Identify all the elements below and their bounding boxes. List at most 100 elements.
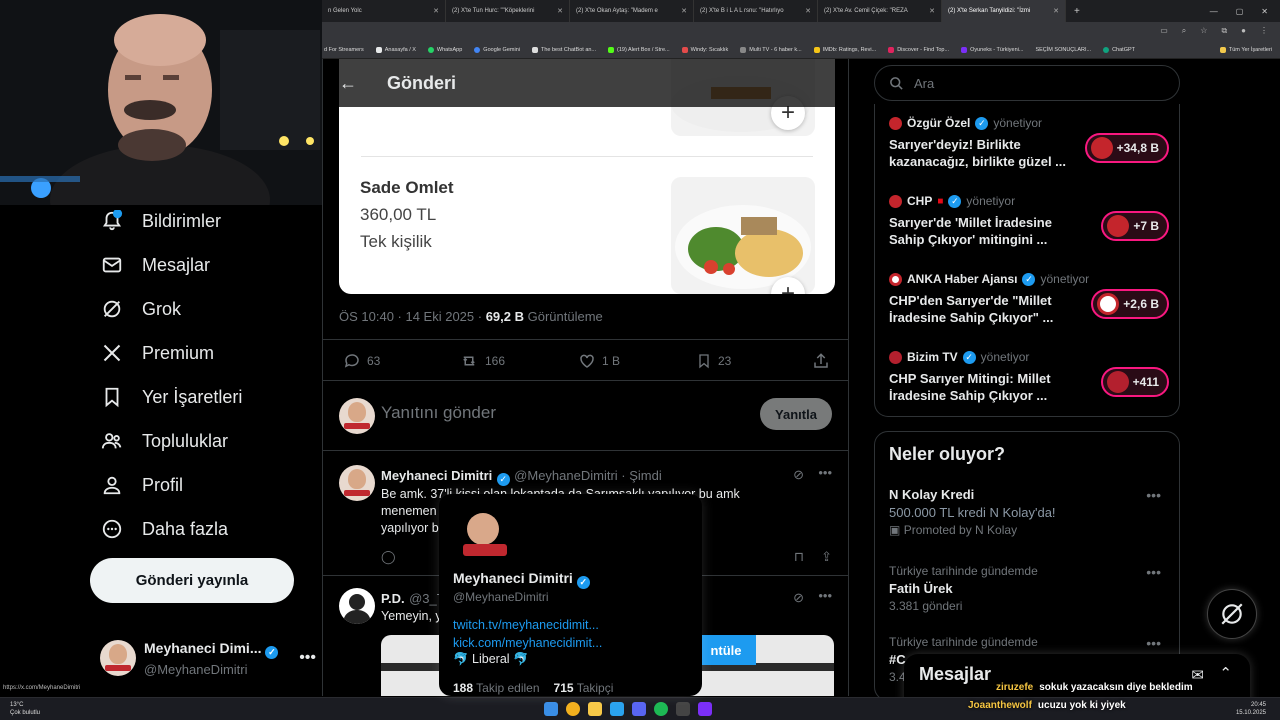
more-icon[interactable]: ••• (818, 465, 832, 480)
nav-more[interactable]: Daha fazla (100, 517, 228, 541)
zoom-icon[interactable]: ⌕ (1182, 26, 1186, 36)
hovercard-handle[interactable]: @MeyhaneDimitri (453, 590, 549, 604)
bookmark[interactable]: Windy: Sıcaklık (681, 46, 728, 53)
browser-tab[interactable]: (2) X'te Okan Aytaş: "Madem e ✕ (570, 0, 694, 22)
more-icon[interactable]: ••• (818, 588, 832, 603)
bookmark[interactable]: Multi TV - 6 haber k... (740, 46, 802, 53)
star-icon[interactable]: ☆ (1200, 26, 1207, 36)
hovercard-twitch-link[interactable]: twitch.tv/meyhanecidimit... (453, 618, 599, 632)
cast-icon[interactable]: ▭ (1160, 26, 1168, 36)
close-icon[interactable]: ✕ (805, 7, 811, 15)
bookmark[interactable]: Google Gemini (474, 46, 520, 53)
live-item[interactable]: Bizim TV ✓ yönetiyor CHP Sarıyer Mitingi: … (889, 350, 1169, 404)
live-listeners[interactable]: +411 (1100, 367, 1169, 397)
bookmark[interactable]: Oyuneks - Türkiyeni... (961, 46, 1023, 53)
nav-bookmarks[interactable]: Yer İşaretleri (100, 385, 242, 409)
menu-icon[interactable]: ⋮ (1260, 26, 1268, 36)
bookmark[interactable]: Anasayfa / X (375, 46, 416, 53)
close-icon[interactable]: ✕ (681, 7, 687, 15)
live-listeners[interactable]: +2,6 B (1091, 289, 1169, 319)
more-icon[interactable]: ••• (1146, 487, 1161, 503)
nav-notifications[interactable]: Bildirimler (100, 209, 221, 233)
grok-icon[interactable]: ⊘ (793, 467, 804, 483)
followers-stat[interactable]: 715 Takipçi (554, 681, 614, 695)
grok-icon[interactable]: ⊘ (793, 590, 804, 606)
share-icon[interactable]: ⇪ (821, 549, 832, 565)
chrome-icon[interactable] (566, 702, 580, 716)
author-handle[interactable]: @MeyhaneDimitri · Şimdi (514, 468, 662, 483)
search-input[interactable]: Ara (874, 65, 1180, 101)
close-icon[interactable]: ✕ (1053, 7, 1059, 15)
like-action[interactable]: 1 B (578, 352, 620, 370)
close-icon[interactable]: ✕ (557, 7, 563, 15)
live-listeners[interactable]: +7 B (1101, 211, 1169, 241)
extensions-icon[interactable]: ⧉ (1221, 26, 1227, 36)
bookmark[interactable]: ChatGPT (1103, 46, 1135, 53)
expand-icon[interactable]: ⌃ (1219, 664, 1232, 682)
browser-tab-active[interactable]: (2) X'te Serkan Tanyildizi: "İzmi ✕ (942, 0, 1066, 22)
bookmark[interactable]: (19) Alert Box / Stre... (608, 46, 670, 53)
minimize-icon[interactable]: — (1210, 7, 1218, 16)
trend-item[interactable]: N Kolay Kredi 500.000 TL kredi N Kolay'd… (889, 487, 1169, 537)
compose-message-icon[interactable]: ✉ (1191, 666, 1204, 684)
nav-communities[interactable]: Topluluklar (100, 429, 228, 453)
hovercard-name[interactable]: Meyhaneci Dimitri ✓ (453, 570, 590, 589)
post-button[interactable]: Gönderi yayınla (90, 558, 294, 603)
following-stat[interactable]: 188 Takip edilen (453, 681, 540, 695)
close-icon[interactable]: ✕ (929, 7, 935, 15)
share-action[interactable] (812, 352, 830, 370)
nav-grok[interactable]: Grok (100, 297, 181, 321)
browser-tab[interactable]: (2) X'te Av. Cemil Çiçek: "REZA ✕ (818, 0, 942, 22)
spotify-icon[interactable] (654, 702, 668, 716)
author-name[interactable]: P.D. (381, 591, 405, 606)
grok-button[interactable] (1207, 589, 1257, 639)
maximize-icon[interactable]: ▢ (1236, 7, 1244, 16)
live-listeners[interactable]: +34,8 B (1084, 133, 1169, 163)
repost-action[interactable]: 166 (459, 352, 505, 370)
file-explorer-icon[interactable] (588, 702, 602, 716)
obs-icon[interactable] (676, 702, 690, 716)
nav-messages[interactable]: Mesajlar (100, 253, 210, 277)
weather-widget[interactable]: 13°C Çok bulutlu (10, 701, 40, 717)
profile-icon[interactable]: ● (1241, 26, 1246, 36)
new-tab-icon[interactable]: + (1066, 6, 1088, 17)
nav-profile[interactable]: Profil (100, 473, 183, 497)
more-icon[interactable]: ••• (1146, 564, 1161, 580)
bookmark[interactable]: The best ChatBot an... (531, 46, 596, 53)
bookmark[interactable]: SEÇİM SONUÇLARI... (1035, 47, 1091, 53)
bookmark[interactable]: IMDb: Ratings, Revi... (813, 46, 876, 53)
live-item[interactable]: ANKA Haber Ajansı ✓ yönetiyor CHP'den Sarı… (889, 272, 1169, 326)
telegram-icon[interactable] (610, 702, 624, 716)
more-icon[interactable]: ••• (1146, 635, 1161, 651)
reply-button[interactable]: Yanıtla (760, 398, 832, 430)
back-arrow-icon[interactable]: ← (339, 73, 359, 94)
bookmark-action[interactable]: 23 (696, 352, 731, 370)
bookmark[interactable]: WhatsApp (427, 46, 462, 53)
close-window-icon[interactable]: ✕ (1261, 7, 1268, 16)
reply-icon[interactable]: ◯ (381, 549, 396, 565)
reply-action[interactable]: 63 (343, 352, 380, 370)
bookmark[interactable]: d For Streamers (324, 47, 364, 53)
account-switcher[interactable]: Meyhaneci Dimi... ✓ @MeyhaneDimitri ••• (100, 636, 320, 680)
live-item[interactable]: CHP ■ ✓ yönetiyor Sarıyer'de 'Millet İrades… (889, 194, 1169, 248)
live-item[interactable]: Özgür Özel ✓ yönetiyor Sarıyer'deyiz! Birl… (889, 116, 1169, 170)
reply-input[interactable]: Yanıtını gönder (381, 403, 496, 423)
nav-premium[interactable]: Premium (100, 341, 214, 365)
bookmark-icon[interactable]: ⊓ (794, 549, 804, 565)
hovercard-avatar[interactable] (453, 504, 517, 568)
browser-tab[interactable]: (2) X'te B i L A L rsnu: "Hatırlıyo ✕ (694, 0, 818, 22)
browser-tab[interactable]: (2) X'te Tun Hurc: ""Köpeklerini ✕ (446, 0, 570, 22)
windows-start-icon[interactable] (544, 702, 558, 716)
bookmark[interactable]: Discover - Find Top... (888, 46, 949, 53)
author-name[interactable]: Meyhaneci Dimitri (381, 468, 492, 483)
close-icon[interactable]: ✕ (433, 7, 439, 15)
clock[interactable]: 20:45 15.10.2025 (1236, 701, 1266, 717)
discord-icon[interactable] (632, 702, 646, 716)
all-bookmarks[interactable]: Tüm Yer İşaretleri (1219, 46, 1280, 53)
app-icon[interactable] (698, 702, 712, 716)
trend-item[interactable]: Türkiye tarihinde gündemde Fatih Ürek 3.… (889, 564, 1169, 613)
browser-tab[interactable]: n Gelen Yolc ✕ (322, 0, 446, 22)
view-button[interactable]: ntüle (696, 635, 756, 665)
more-icon[interactable]: ••• (299, 649, 316, 667)
hovercard-kick-link[interactable]: kick.com/meyhanecidimit... (453, 636, 602, 650)
